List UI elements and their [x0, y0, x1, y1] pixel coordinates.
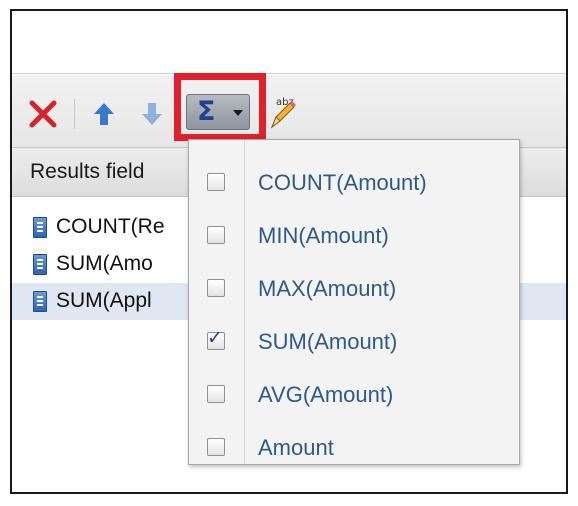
menu-item-sum-amount[interactable]: ✓ SUM(Amount): [189, 316, 519, 369]
menu-item-label: Amount: [258, 435, 334, 460]
field-icon: [33, 291, 47, 312]
move-up-icon[interactable]: [92, 101, 116, 127]
result-label: COUNT(Re: [56, 215, 165, 238]
delete-icon[interactable]: [28, 99, 58, 129]
result-label: SUM(Amo: [56, 252, 153, 275]
menu-item-count-amount[interactable]: COUNT(Amount): [189, 157, 519, 210]
checkbox[interactable]: [207, 173, 225, 191]
menu-item-amount[interactable]: Amount: [189, 422, 519, 475]
field-icon: [33, 217, 47, 238]
checkbox-checked[interactable]: ✓: [207, 328, 225, 350]
menu-item-min-amount[interactable]: MIN(Amount): [189, 210, 519, 263]
check-icon: ✓: [207, 327, 223, 349]
spell-check-icon[interactable]: abz: [264, 95, 300, 131]
result-label: SUM(Appl: [56, 289, 152, 312]
toolbar-separator: [74, 99, 75, 129]
menu-item-max-amount[interactable]: MAX(Amount): [189, 263, 519, 316]
menu-item-label: SUM(Amount): [258, 329, 398, 354]
dialog-frame: Σ abz Results field COUNT(Re SUM(Amo SUM…: [10, 9, 568, 494]
checkbox[interactable]: [207, 438, 225, 456]
top-panel: [12, 11, 566, 74]
menu-item-label: MAX(Amount): [258, 276, 397, 301]
field-icon: [33, 254, 47, 275]
menu-item-label: AVG(Amount): [258, 382, 394, 407]
menu-item-label: MIN(Amount): [258, 223, 389, 248]
move-down-icon[interactable]: [140, 101, 164, 127]
menu-item-avg-amount[interactable]: AVG(Amount): [189, 369, 519, 422]
checkbox[interactable]: [207, 279, 225, 297]
checkbox[interactable]: [207, 226, 225, 244]
checkbox[interactable]: [207, 385, 225, 403]
menu-item-label: COUNT(Amount): [258, 170, 427, 195]
results-field-label: Results field: [30, 160, 145, 183]
toolbar: Σ abz: [12, 73, 566, 147]
aggregate-dropdown-menu: COUNT(Amount) MIN(Amount) MAX(Amount) ✓ …: [188, 139, 520, 465]
aggregate-button-highlight: [174, 73, 266, 141]
